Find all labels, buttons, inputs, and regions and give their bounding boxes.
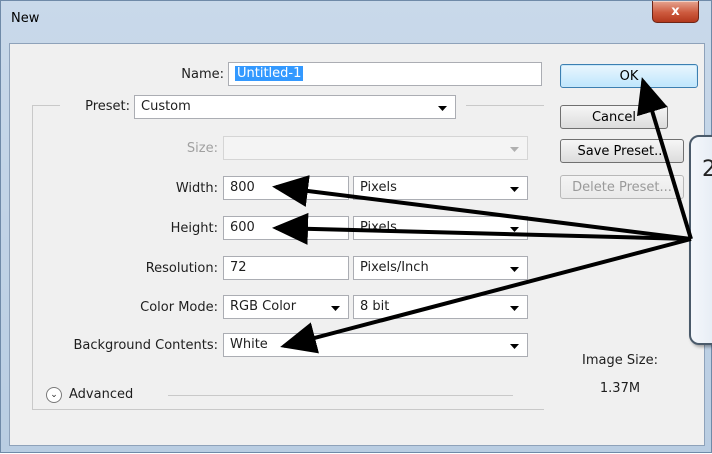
close-button[interactable]: x <box>652 1 699 23</box>
advanced-expand-icon[interactable]: ⌄ <box>46 387 62 403</box>
image-size-label: Image Size: <box>582 353 658 368</box>
size-dropdown <box>223 136 528 160</box>
chevron-down-icon <box>510 147 519 152</box>
name-value: Untitled-1 <box>235 66 304 81</box>
advanced-divider <box>168 395 513 396</box>
chevron-down-icon <box>510 187 519 192</box>
height-input[interactable]: 600 <box>223 216 349 240</box>
resolution-input[interactable]: 72 <box>223 256 349 280</box>
color-mode-value: RGB Color <box>230 299 297 314</box>
resolution-unit-dropdown[interactable]: Pixels/Inch <box>353 256 528 280</box>
width-value: 800 <box>230 180 255 195</box>
background-contents-value: White <box>230 337 268 352</box>
resolution-label: Resolution: <box>145 261 218 276</box>
bit-depth-dropdown[interactable]: 8 bit <box>353 295 528 319</box>
preset-group-frame-bottom <box>32 409 544 410</box>
preset-dropdown[interactable]: Custom <box>134 95 456 119</box>
dialog-body: Name: Untitled-1 Preset: Custom Size: Wi… <box>9 43 705 446</box>
delete-preset-button: Delete Preset... <box>560 175 684 199</box>
name-input[interactable]: Untitled-1 <box>228 62 542 86</box>
preset-label: Preset: <box>85 99 130 114</box>
width-unit-dropdown[interactable]: Pixels <box>353 176 528 200</box>
annotation-callout: 2 <box>689 135 712 345</box>
color-mode-dropdown[interactable]: RGB Color <box>223 295 349 319</box>
save-preset-button[interactable]: Save Preset... <box>560 139 684 163</box>
dialog-title: New <box>11 11 40 26</box>
chevron-down-icon <box>331 306 340 311</box>
preset-value: Custom <box>141 99 191 114</box>
size-label: Size: <box>186 141 218 156</box>
chevron-down-icon <box>510 344 519 349</box>
new-document-dialog: New x Name: Untitled-1 Preset: Custom Si… <box>0 0 712 453</box>
resolution-value: 72 <box>230 260 247 275</box>
height-unit-value: Pixels <box>360 220 397 235</box>
name-label: Name: <box>181 67 224 82</box>
chevron-down-icon <box>510 306 519 311</box>
color-mode-label: Color Mode: <box>140 300 218 315</box>
preset-group-frame-right <box>466 105 544 106</box>
resolution-unit-value: Pixels/Inch <box>360 260 429 275</box>
callout-step-number: 2 <box>702 157 712 182</box>
ok-button[interactable]: OK <box>560 64 698 88</box>
chevron-down-icon <box>510 227 519 232</box>
width-input[interactable]: 800 <box>223 176 349 200</box>
height-unit-dropdown[interactable]: Pixels <box>353 216 528 240</box>
width-label: Width: <box>175 181 218 196</box>
close-icon: x <box>671 4 680 19</box>
preset-group-frame-side <box>32 105 33 410</box>
chevron-down-icon <box>510 267 519 272</box>
preset-group-frame-left <box>32 105 60 106</box>
image-size-value: 1.37M <box>599 381 641 396</box>
width-unit-value: Pixels <box>360 180 397 195</box>
background-contents-label: Background Contents: <box>73 338 218 353</box>
title-bar[interactable]: New x <box>1 1 712 43</box>
background-contents-dropdown[interactable]: White <box>223 333 528 357</box>
height-value: 600 <box>230 220 255 235</box>
height-label: Height: <box>170 221 218 236</box>
bit-depth-value: 8 bit <box>360 299 390 314</box>
advanced-label[interactable]: Advanced <box>69 387 133 402</box>
chevron-down-icon <box>438 106 447 111</box>
cancel-button[interactable]: Cancel <box>560 105 668 129</box>
